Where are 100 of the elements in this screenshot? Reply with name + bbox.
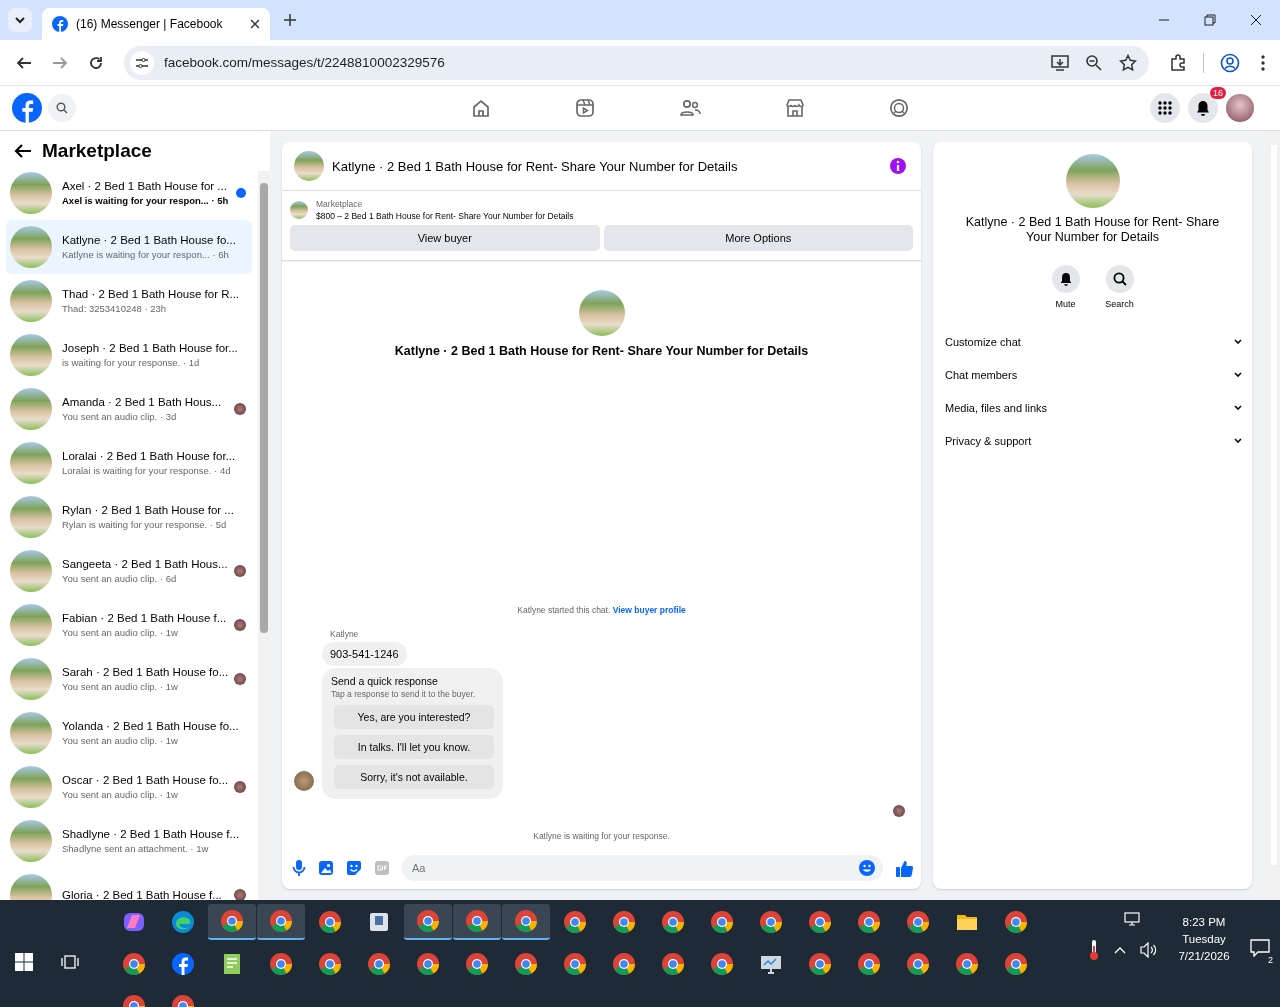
chevron-up-icon[interactable] — [1114, 946, 1126, 954]
collapsible-section[interactable]: Media, files and links — [945, 391, 1242, 424]
tab-search-button[interactable] — [8, 8, 32, 32]
clock-date[interactable]: 7/21/2026 — [1178, 950, 1230, 962]
listing-label: Marketplace — [316, 199, 364, 209]
address-bar[interactable]: facebook.com/messages/t/2248810002329576 — [124, 45, 1149, 80]
conversation-item[interactable]: Joseph · 2 Bed 1 Bath House for... is waiting for your response. · 1d — [6, 328, 252, 382]
conversation-item[interactable]: Shadlyne · 2 Bed 1 Bath House f... Shadlyne sent an attachment. · 1w — [6, 814, 252, 868]
chevron-down-icon — [14, 14, 26, 26]
buyer-profile-link[interactable]: View buyer profile — [612, 605, 686, 615]
forward-icon[interactable] — [52, 54, 68, 71]
gaming-icon[interactable] — [889, 98, 909, 118]
mute-button[interactable] — [1051, 265, 1080, 293]
conversation-item[interactable]: Thad · 2 Bed 1 Bath House for R... Thad: 3253410248 · 23h — [6, 274, 252, 328]
conversation-item[interactable]: Loralai · 2 Bed 1 Bath House for... Loralai is waiting for your response. · 4d — [6, 436, 252, 490]
listing-photo — [10, 442, 52, 484]
message-preview: Katlyne is waiting for your respon... · 6h — [62, 249, 230, 260]
image-icon[interactable] — [319, 861, 333, 875]
browser-app-icon[interactable] — [502, 904, 550, 940]
conversation-item[interactable]: Sangeeta · 2 Bed 1 Bath Hous... You sent an audio clip. · 6d — [6, 544, 252, 598]
new-tab-icon[interactable] — [284, 14, 296, 26]
browser-tab[interactable]: (16) Messenger | Facebook — [42, 8, 270, 40]
conversation-title: Katlyne · 2 Bed 1 Bath House for Rent- Share Your Number for Details — [394, 344, 809, 358]
conversation-item[interactable]: Axel · 2 Bed 1 Bath House for ... Axel is waiting for your respon... · 5h — [6, 166, 252, 220]
microphone-icon[interactable] — [292, 860, 306, 876]
listing-photo — [294, 151, 324, 181]
install-app-icon[interactable] — [1051, 53, 1069, 72]
star-icon[interactable] — [1119, 53, 1137, 72]
close-icon[interactable] — [1250, 14, 1262, 26]
conversation-item[interactable]: Amanda · 2 Bed 1 Bath Hous... You sent an audio clip. · 3d — [6, 382, 252, 436]
zoom-icon[interactable] — [1085, 53, 1103, 72]
conversation-item[interactable]: Katlyne · 2 Bed 1 Bath House fo... Katlyne is waiting for your respon... · 6h — [6, 220, 252, 274]
conversation-title: Rylan · 2 Bed 1 Bath House for ... — [62, 504, 235, 516]
conversation-item[interactable]: Fabian · 2 Bed 1 Bath House f... You sent an audio clip. · 1w — [6, 598, 252, 652]
facebook-logo-icon[interactable] — [12, 93, 42, 123]
home-icon[interactable] — [471, 98, 491, 118]
message-input[interactable]: Aa — [402, 855, 883, 881]
windows-start-icon[interactable] — [15, 953, 33, 971]
conversation-title: Amanda · 2 Bed 1 Bath Hous... — [62, 396, 223, 408]
chevron-down-icon[interactable] — [1234, 372, 1242, 377]
menu-icon[interactable] — [1260, 53, 1266, 72]
store-icon[interactable] — [785, 98, 805, 118]
conversation-item[interactable]: Sarah · 2 Bed 1 Bath House fo... You sent an audio clip. · 1w — [6, 652, 252, 706]
listing-photo — [1065, 154, 1120, 208]
listing-photo — [10, 280, 52, 322]
people-icon[interactable] — [679, 98, 701, 118]
restore-icon[interactable] — [1204, 14, 1216, 26]
scrollbar[interactable] — [1268, 131, 1280, 900]
reload-icon[interactable] — [88, 54, 104, 71]
collapsible-section[interactable]: Customize chat — [945, 325, 1242, 358]
close-icon[interactable] — [250, 19, 260, 29]
clock-time[interactable]: 8:23 PM — [1182, 916, 1226, 928]
collapsible-section[interactable]: Chat members — [945, 358, 1242, 391]
thumbs-up-icon[interactable] — [896, 859, 913, 877]
network-icon[interactable] — [1124, 912, 1142, 928]
quick-response-button[interactable]: In talks. I'll let you know. — [334, 735, 494, 759]
clock-day[interactable]: Tuesday — [1182, 933, 1226, 945]
listing-photo — [10, 496, 52, 538]
site-settings-icon[interactable] — [130, 50, 154, 75]
message-preview: You sent an audio clip. · 1w — [62, 681, 179, 692]
listing-photo — [10, 172, 52, 214]
search-button[interactable] — [48, 94, 76, 122]
action-button[interactable]: More Options — [603, 225, 913, 251]
notification-center-icon[interactable] — [1250, 939, 1270, 957]
conversation-item[interactable]: Yolanda · 2 Bed 1 Bath House fo... You sent an audio clip. · 1w — [6, 706, 252, 760]
back-arrow-icon[interactable] — [14, 143, 32, 159]
scrollbar[interactable] — [258, 171, 270, 900]
browser-app-icon[interactable] — [404, 904, 452, 940]
emoji-icon[interactable] — [859, 860, 875, 876]
profile-avatar[interactable] — [1226, 94, 1254, 122]
conversation-item[interactable]: Oscar · 2 Bed 1 Bath House fo... You sent an audio clip. · 1w — [6, 760, 252, 814]
sticker-icon[interactable] — [346, 860, 362, 876]
browser-app-icon[interactable] — [453, 904, 501, 940]
message-preview: You sent an audio clip. · 1w — [62, 627, 179, 638]
quick-response-button[interactable]: Sorry, it's not available. — [334, 765, 494, 789]
profile-icon[interactable] — [1220, 52, 1240, 73]
quick-response-button[interactable]: Yes, are you interested? — [334, 705, 494, 729]
action-button[interactable]: View buyer — [290, 225, 600, 251]
puzzle-icon[interactable] — [1169, 53, 1187, 72]
quick-response-title: Send a quick response — [331, 675, 439, 687]
speaker-icon[interactable] — [1140, 942, 1158, 958]
listing-photo — [10, 712, 52, 754]
conversation-title: Shadlyne · 2 Bed 1 Bath House f... — [62, 828, 241, 840]
thermometer-icon[interactable] — [1088, 939, 1100, 961]
browser-app-icon[interactable] — [208, 904, 256, 940]
video-icon[interactable] — [575, 98, 595, 118]
info-icon[interactable] — [889, 157, 907, 175]
menu-grid-button[interactable] — [1150, 93, 1180, 123]
unread-dot — [236, 188, 246, 198]
browser-app-icon[interactable] — [257, 904, 305, 940]
chevron-down-icon[interactable] — [1234, 405, 1242, 410]
back-icon[interactable] — [16, 54, 32, 71]
listing-photo — [290, 201, 308, 219]
task-view-icon[interactable] — [61, 953, 79, 971]
chevron-down-icon[interactable] — [1234, 339, 1242, 344]
collapsible-section[interactable]: Privacy & support — [945, 424, 1242, 457]
search-button[interactable] — [1105, 265, 1134, 293]
action-label: Mute — [1055, 299, 1076, 309]
chevron-down-icon[interactable] — [1234, 438, 1242, 443]
conversation-item[interactable]: Rylan · 2 Bed 1 Bath House for ... Rylan is waiting for your response. · 5d — [6, 490, 252, 544]
